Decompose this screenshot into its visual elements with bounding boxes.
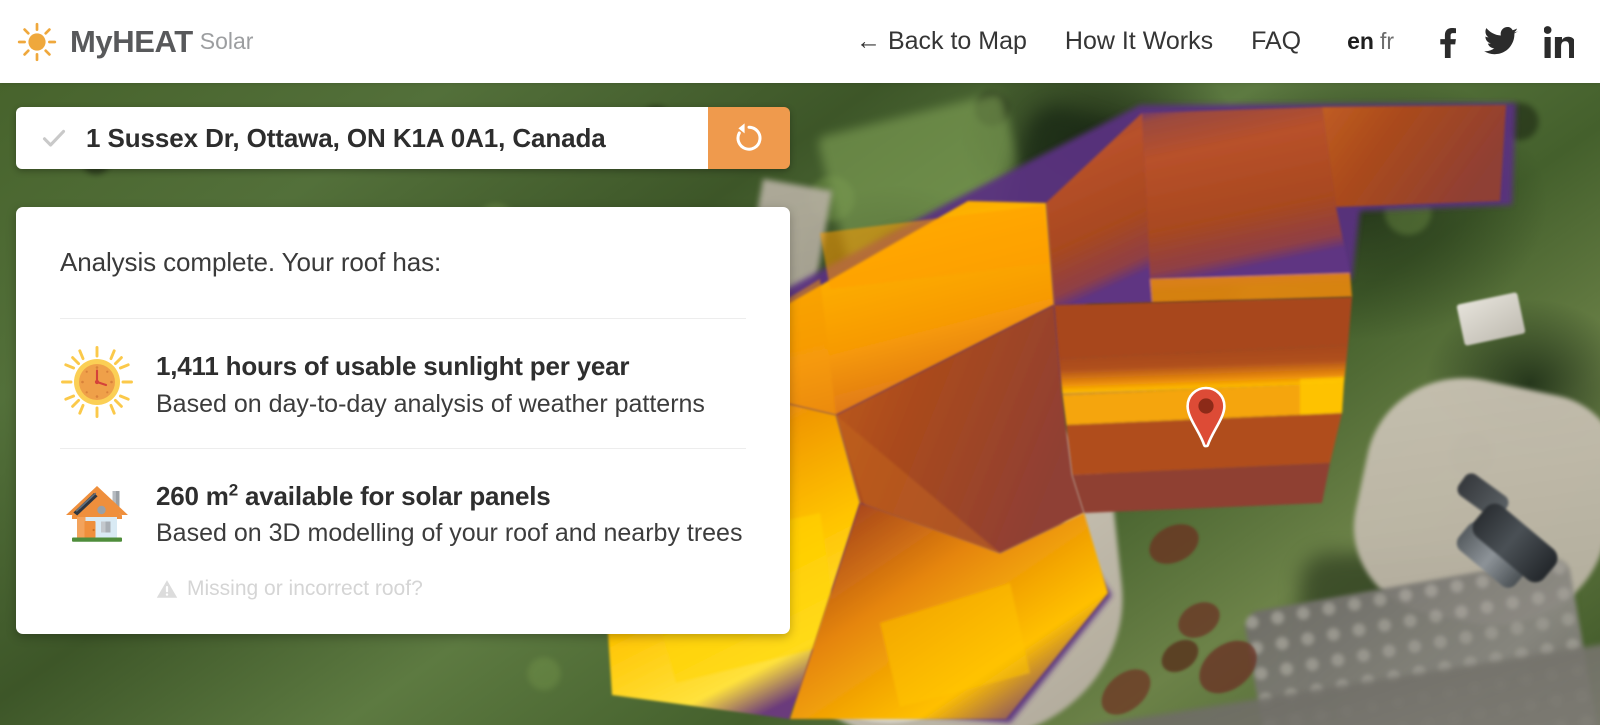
- warning-triangle-icon: [156, 579, 187, 599]
- twitter-icon[interactable]: [1484, 26, 1518, 57]
- address-input[interactable]: 1 Sussex Dr, Ottawa, ON K1A 0A1, Canada: [16, 107, 708, 169]
- social-links: [1436, 25, 1574, 58]
- result-row-roof-area-body: 260 m2 available for solar panels Based …: [156, 473, 742, 552]
- site-header: MyHEAT Solar ← Back to Map How It Works …: [0, 0, 1600, 83]
- linkedin-icon[interactable]: [1544, 25, 1574, 58]
- roof-area-suffix: available for solar panels: [238, 480, 551, 511]
- analysis-results-card: Analysis complete. Your roof has: 1,411 …: [16, 207, 790, 634]
- language-switcher: en fr: [1347, 28, 1394, 55]
- address-search-bar: 1 Sussex Dr, Ottawa, ON K1A 0A1, Canada: [16, 107, 790, 169]
- nav-how-it-works[interactable]: How It Works: [1065, 27, 1213, 56]
- missing-roof-link[interactable]: Missing or incorrect roof?: [156, 577, 746, 601]
- roof-area-subtext: Based on 3D modelling of your roof and n…: [156, 519, 743, 548]
- solar-analysis-page: MyHEAT Solar ← Back to Map How It Works …: [0, 0, 1600, 725]
- sun-icon: [16, 21, 58, 63]
- brand-name: MyHEAT: [70, 23, 193, 59]
- nav-back-to-map[interactable]: ← Back to Map: [856, 27, 1027, 56]
- reset-button[interactable]: [708, 107, 790, 169]
- result-row-sunlight: 1,411 hours of usable sunlight per year …: [60, 319, 746, 422]
- card-title: Analysis complete. Your roof has:: [60, 247, 442, 277]
- missing-roof-label: Missing or incorrect roof?: [187, 577, 423, 601]
- brand-product: Solar: [199, 28, 254, 54]
- roof-area-prefix: 260 m: [156, 480, 229, 511]
- lang-en[interactable]: en: [1347, 28, 1374, 54]
- sunlight-subtext: Based on day-to-day analysis of weather …: [156, 389, 705, 418]
- check-icon: [42, 126, 66, 150]
- sun-clock-icon: [60, 345, 134, 419]
- map-pin-icon[interactable]: [1185, 386, 1227, 448]
- facebook-icon[interactable]: [1436, 26, 1458, 58]
- address-value: 1 Sussex Dr, Ottawa, ON K1A 0A1, Canada: [86, 122, 606, 153]
- main-nav: ← Back to Map How It Works FAQ en fr: [856, 25, 1600, 58]
- roof-area-headline: 260 m2 available for solar panels: [156, 480, 742, 514]
- lang-fr[interactable]: fr: [1380, 28, 1394, 54]
- result-row-sunlight-body: 1,411 hours of usable sunlight per year …: [156, 343, 705, 422]
- roof-area-exponent: 2: [228, 479, 238, 499]
- reset-icon: [732, 121, 766, 155]
- brand-logo[interactable]: MyHEAT Solar: [16, 21, 253, 63]
- house-solar-icon: [60, 475, 134, 549]
- result-row-roof-area: 260 m2 available for solar panels Based …: [60, 449, 746, 552]
- nav-faq[interactable]: FAQ: [1251, 27, 1301, 56]
- sunlight-headline: 1,411 hours of usable sunlight per year: [156, 351, 630, 381]
